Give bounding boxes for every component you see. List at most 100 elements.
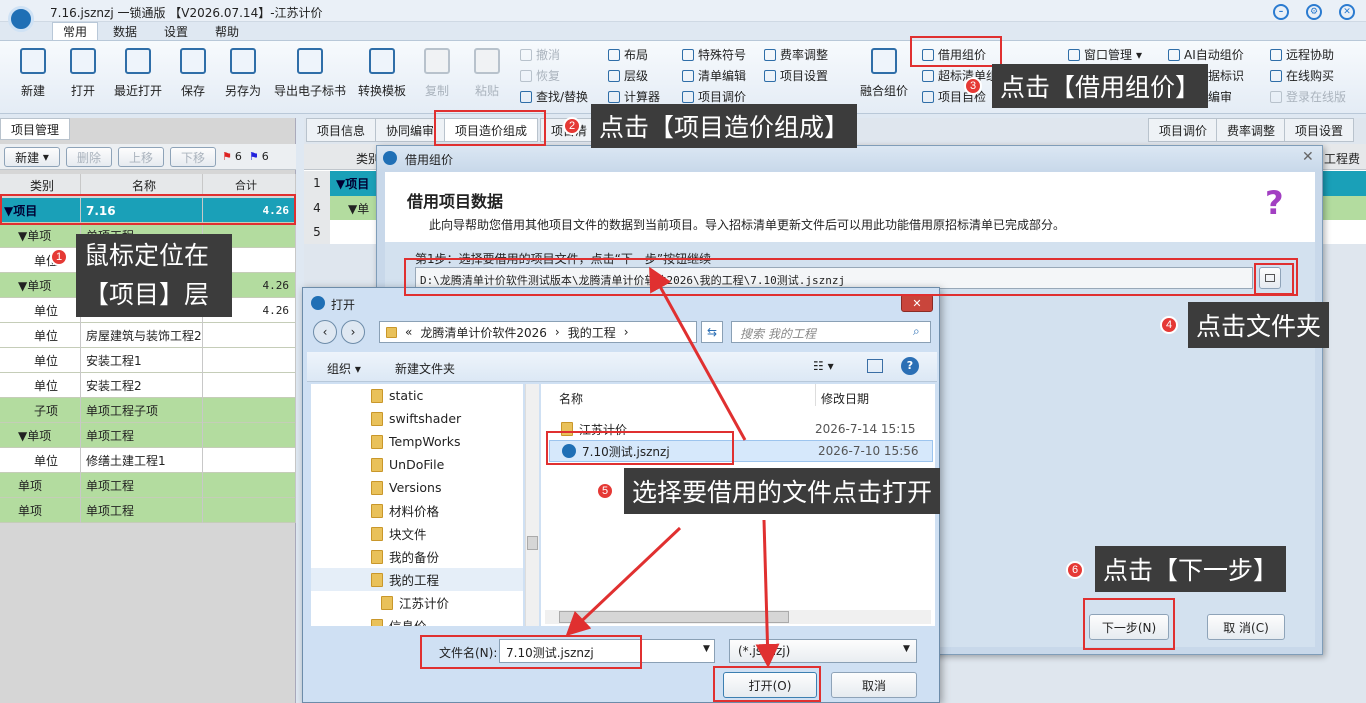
folder-tree-item[interactable]: Versions <box>371 476 523 499</box>
save-button[interactable]: 保存 <box>168 46 218 99</box>
folder-tree-item[interactable]: TempWorks <box>371 430 523 453</box>
step-number: 2 <box>563 117 581 135</box>
new-button[interactable]: 新建 <box>8 46 58 99</box>
folder-tree-item[interactable]: UnDoFile <box>371 453 523 476</box>
tab-project-adjust[interactable]: 项目调价 <box>1148 118 1219 142</box>
project-settings-button[interactable]: 项目设置 <box>764 67 828 84</box>
online-buy-button[interactable]: 在线购买 <box>1270 67 1334 84</box>
project-adjust-button[interactable]: 项目调价 <box>682 88 746 105</box>
tab-project-settings[interactable]: 项目设置 <box>1284 118 1355 142</box>
folder-tree-item[interactable]: static <box>371 384 523 407</box>
copy-icon <box>424 48 450 74</box>
undo-icon <box>520 48 532 61</box>
special-symbol-button[interactable]: 特殊符号 <box>682 46 746 63</box>
back-icon[interactable]: ‹ <box>313 320 337 344</box>
new-folder-button[interactable]: 新建文件夹 <box>395 360 455 377</box>
bill-edit-button[interactable]: 清单编辑 <box>682 67 746 84</box>
chevron-down-icon[interactable]: ▼ <box>903 644 910 654</box>
chevron-down-icon[interactable]: ▼ <box>703 644 710 654</box>
tab-data[interactable]: 数据 <box>103 22 147 40</box>
recent-button[interactable]: 最近打开 <box>112 46 164 99</box>
help-icon[interactable]: ? <box>901 357 919 375</box>
tab-settings[interactable]: 设置 <box>154 22 198 40</box>
redo-button[interactable]: 恢复 <box>520 67 560 84</box>
delete-node-button[interactable]: 删除 <box>66 147 112 167</box>
breadcrumb[interactable]: « 龙腾清单计价软件2026 › 我的工程 › <box>379 321 697 343</box>
move-up-button[interactable]: 上移 <box>118 147 164 167</box>
folder-tree-item[interactable]: 块文件 <box>371 522 523 545</box>
level-button[interactable]: 层级 <box>608 67 648 84</box>
layout-button[interactable]: 布局 <box>608 46 648 63</box>
project-tree-row[interactable]: 单位 修缮土建工程1 <box>0 448 296 473</box>
file-type-select[interactable]: (*.jsznzj) <box>729 639 917 663</box>
move-down-button[interactable]: 下移 <box>170 147 216 167</box>
tab-project-info[interactable]: 项目信息 <box>306 118 377 142</box>
app-logo-icon[interactable] <box>8 6 34 32</box>
calculator-button[interactable]: 计算器 <box>608 88 660 105</box>
convert-template-button[interactable]: 转换模板 <box>354 46 410 99</box>
folder-icon <box>371 549 383 564</box>
annotation-step-3: 点击【借用组价】 <box>992 64 1209 108</box>
tab-common[interactable]: 常用 <box>52 22 99 40</box>
project-tree-row[interactable]: 单位 安装工程1 <box>0 348 296 373</box>
forward-icon[interactable]: › <box>341 320 365 344</box>
search-input[interactable]: 搜索 我的工程 <box>731 321 931 343</box>
window-manage-button[interactable]: 窗口管理 ▾ <box>1068 46 1142 63</box>
blue-flag-icon[interactable]: ⚑ <box>249 150 259 163</box>
new-node-button[interactable]: 新建 ▾ <box>4 147 60 167</box>
step-number: 5 <box>596 482 614 500</box>
cell-cat: 单位 <box>0 248 81 273</box>
project-tree-row[interactable]: 单位 房屋建筑与装饰工程2 <box>0 323 296 348</box>
organize-button[interactable]: 组织 ▾ <box>327 360 361 377</box>
cell-name: 单项工程子项 <box>81 398 203 423</box>
folder-tree-item[interactable]: 信息价 <box>371 614 523 626</box>
undo-button[interactable]: 撤消 <box>520 46 560 63</box>
save-icon <box>180 48 206 74</box>
ai-pricing-button[interactable]: AI自动组价 <box>1168 46 1244 63</box>
project-tree-row[interactable]: 单项 单项工程 <box>0 473 296 498</box>
tab-help[interactable]: 帮助 <box>205 22 249 40</box>
minimize-icon[interactable]: – <box>1273 4 1289 20</box>
folder-tree-item[interactable]: 材料价格 <box>371 499 523 522</box>
highlight-next-button <box>1083 598 1175 650</box>
rate-adjust-button[interactable]: 费率调整 <box>764 46 828 63</box>
help-icon[interactable]: ? <box>1265 184 1284 222</box>
tab-project-manage[interactable]: 项目管理 <box>0 118 71 140</box>
project-tree-row[interactable]: 单项 单项工程 <box>0 498 296 523</box>
save-as-button[interactable]: 另存为 <box>218 46 268 99</box>
close-icon[interactable]: ✕ <box>901 294 933 312</box>
find-replace-button[interactable]: 查找/替换 <box>520 88 588 105</box>
login-online-button[interactable]: 登录在线版 <box>1270 88 1346 105</box>
folder-tree-item[interactable]: 江苏计价 <box>371 591 523 614</box>
paste-button[interactable]: 粘贴 <box>462 46 512 99</box>
open-button[interactable]: 打开 <box>58 46 108 99</box>
project-tree-row[interactable]: ▼单项单项工程 <box>0 423 296 448</box>
list-hscrollbar[interactable] <box>545 610 931 624</box>
remote-assist-button[interactable]: 远程协助 <box>1270 46 1334 63</box>
tab-rate-adjust[interactable]: 费率调整 <box>1216 118 1287 142</box>
folder-tree-item[interactable]: 我的备份 <box>371 545 523 568</box>
folder-tree-item[interactable]: swiftshader <box>371 407 523 430</box>
column-name[interactable]: 名称 <box>559 390 583 407</box>
cancel-button[interactable]: 取消 <box>831 672 917 698</box>
open-folder-icon <box>70 48 96 74</box>
merge-pricing-button[interactable]: 融合组价 <box>858 46 910 99</box>
copy-button[interactable]: 复制 <box>412 46 462 99</box>
folder-tree-item[interactable]: 我的工程 <box>311 568 523 591</box>
annotation-step-4: 点击文件夹 <box>1188 302 1330 348</box>
cell-total <box>203 423 296 448</box>
refresh-icon[interactable]: ⇆ <box>701 321 723 343</box>
close-icon[interactable]: ✕ <box>1339 4 1355 20</box>
close-icon[interactable]: ✕ <box>1302 149 1314 165</box>
cancel-button[interactable]: 取 消(C) <box>1207 614 1285 640</box>
project-tree-row[interactable]: 子项 单项工程子项 <box>0 398 296 423</box>
tree-scrollbar[interactable] <box>525 384 539 626</box>
export-bid-button[interactable]: 导出电子标书 <box>272 46 348 99</box>
column-date[interactable]: 修改日期 <box>821 390 869 407</box>
red-flag-icon[interactable]: ⚑ <box>222 150 232 163</box>
view-menu-icon[interactable]: ☷ ▾ <box>813 359 834 373</box>
project-tree-row[interactable]: 单位 安装工程2 <box>0 373 296 398</box>
preview-pane-icon[interactable] <box>867 359 883 373</box>
settings-icon[interactable]: ⚙ <box>1306 4 1322 20</box>
calculator-icon <box>608 90 620 103</box>
